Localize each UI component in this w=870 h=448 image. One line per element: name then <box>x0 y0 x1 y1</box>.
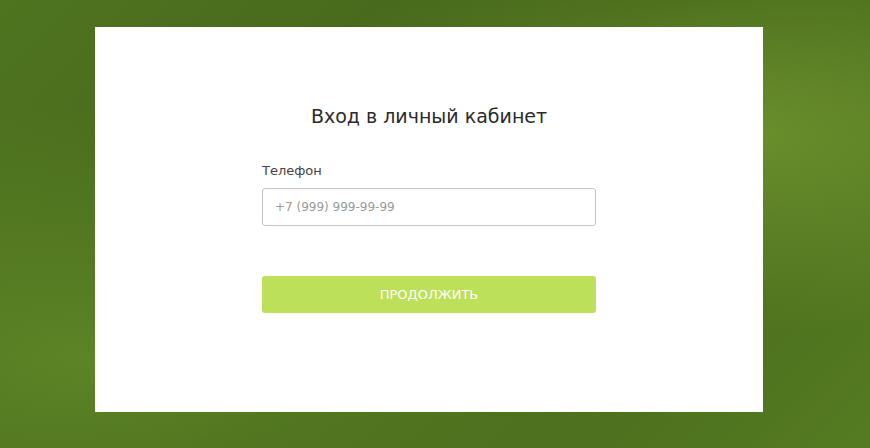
field-label: Телефон <box>262 162 596 180</box>
phone-field: Телефон <box>262 162 596 226</box>
login-form: Телефон ПРОДОЛЖИТЬ <box>262 162 596 313</box>
phone-input[interactable] <box>262 188 596 226</box>
continue-button[interactable]: ПРОДОЛЖИТЬ <box>262 276 596 313</box>
login-screen: Вход в личный кабинет Телефон ПРОДОЛЖИТЬ <box>0 0 870 448</box>
login-card: Вход в личный кабинет Телефон ПРОДОЛЖИТЬ <box>95 27 763 412</box>
login-title: Вход в личный кабинет <box>311 103 547 129</box>
